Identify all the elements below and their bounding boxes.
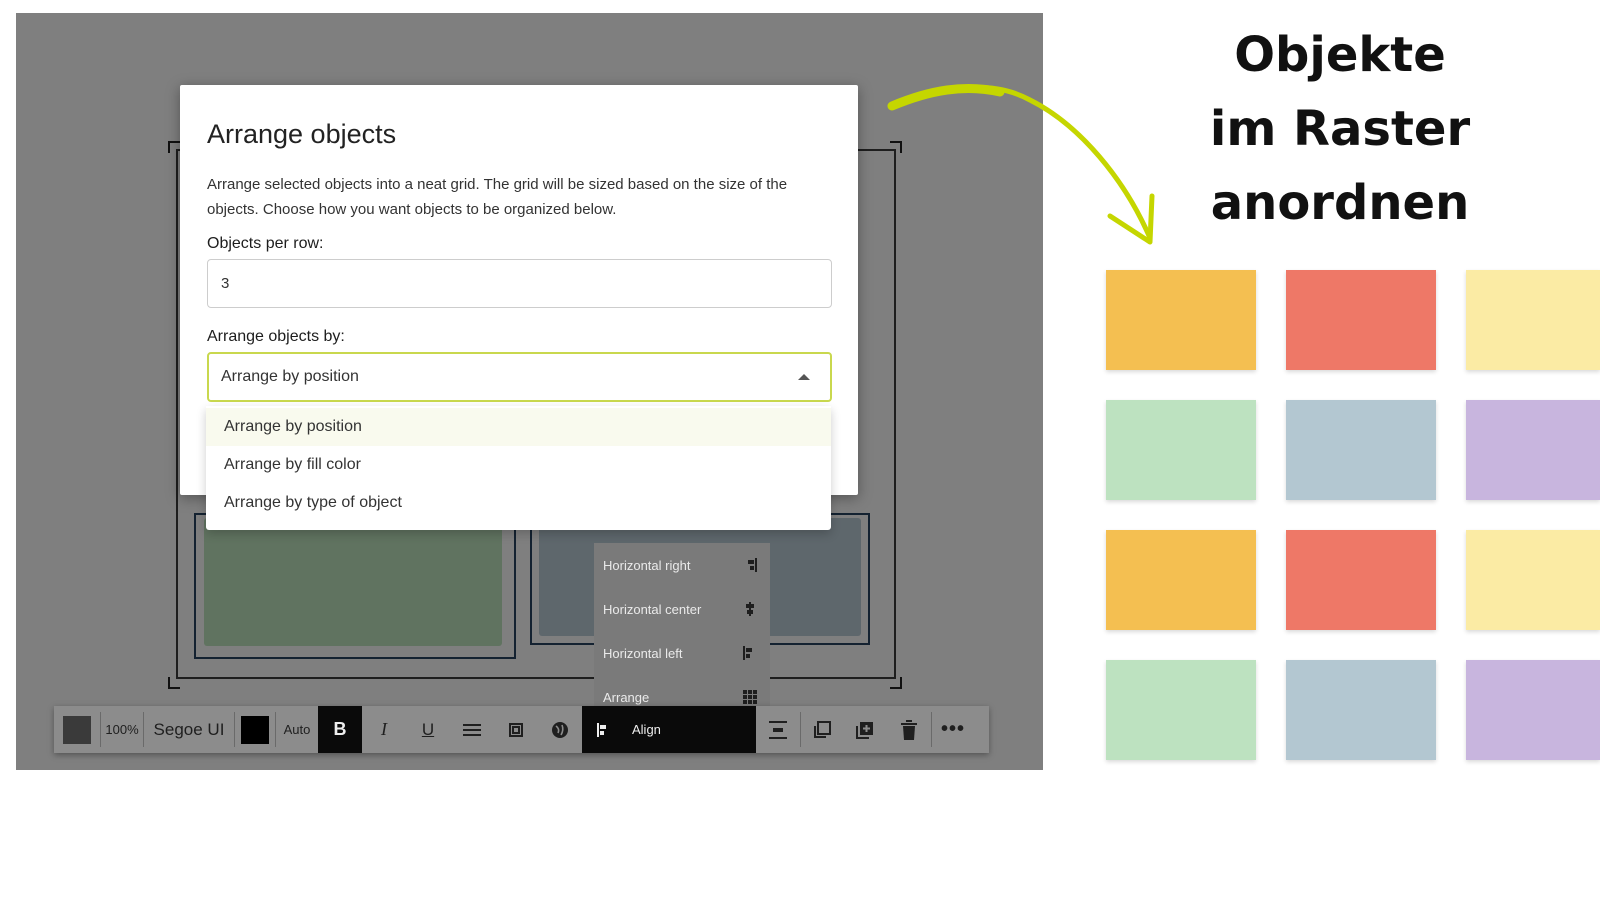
fill-swatch [63,715,91,744]
align-label: Align [632,722,661,737]
more-button[interactable]: ••• [932,706,974,753]
headline: Objekte im Raster anordnen [1180,18,1500,240]
copy-icon [814,720,831,738]
trash-icon [901,719,917,740]
align-button[interactable]: Align [582,706,756,753]
arrange-by-options: Arrange by position Arrange by fill colo… [206,406,831,530]
dialog-title: Arrange objects [207,119,397,149]
align-left-icon [597,722,606,737]
text-align-icon [463,723,481,736]
distribute-icon [769,720,787,739]
align-right-icon [742,557,758,573]
link-button[interactable] [538,706,582,753]
option-arrange-by-type[interactable]: Arrange by type of object [206,484,831,522]
sticky-note-red [1286,270,1436,370]
sticky-note-orange [1106,530,1256,630]
sticky-note-yellow [1466,530,1600,630]
align-submenu: Horizontal right Horizontal center Horiz… [594,543,770,726]
duplicate-button[interactable] [801,706,843,753]
headline-line-2: im Raster [1209,101,1471,157]
text-color-swatch [241,715,269,744]
sticky-note-purple [1466,400,1600,500]
delete-button[interactable] [887,706,931,753]
option-arrange-by-position[interactable]: Arrange by position [206,408,831,446]
sticky-note-purple [1466,660,1600,760]
sticky-note-blue [1286,660,1436,760]
sticky-note-yellow [1466,270,1600,370]
frame-icon [509,722,523,737]
align-left-icon [742,645,758,661]
arrange-by-label: Arrange objects by: [207,328,345,345]
frame-button[interactable] [494,706,538,753]
bold-button[interactable]: B [318,706,362,753]
text-align-button[interactable] [450,706,494,753]
add-icon [856,721,873,739]
headline-line-1: Objekte [1234,27,1446,83]
bottom-toolbar: 100% Segoe UI Auto B I U Align ••• [54,706,989,753]
dialog-description: Arrange selected objects into a neat gri… [207,176,788,218]
menu-item-horizontal-left[interactable]: Horizontal left [594,631,770,675]
sticky-note-green [1106,400,1256,500]
arrange-by-selected: Arrange by position [221,368,359,385]
text-color-button[interactable] [235,706,275,753]
arrange-by-select[interactable]: Arrange by position [207,352,832,402]
headline-line-3: anordnen [1210,175,1470,231]
sticky-note-blue [1286,400,1436,500]
globe-icon [552,721,568,738]
grid-icon [742,689,758,705]
italic-button[interactable]: I [362,706,406,753]
underline-button[interactable]: U [406,706,450,753]
objects-per-row-input[interactable]: 3 [207,259,832,308]
fill-color-button[interactable] [54,706,100,753]
option-arrange-by-fill-color[interactable]: Arrange by fill color [206,446,831,484]
sticky-note-orange [1106,270,1256,370]
sticky-note-green [1106,660,1256,760]
distribute-button[interactable] [756,706,800,753]
caret-up-icon [798,374,810,380]
objects-per-row-label: Objects per row: [207,235,324,252]
zoom-button[interactable]: 100% [101,706,143,753]
align-center-icon [742,601,758,617]
more-icon: ••• [940,718,965,740]
curved-arrow [887,83,1155,245]
sticky-note-red [1286,530,1436,630]
add-button[interactable] [843,706,887,753]
font-family-button[interactable]: Segoe UI [144,706,234,753]
menu-item-horizontal-center[interactable]: Horizontal center [594,587,770,631]
font-size-button[interactable]: Auto [276,706,318,753]
menu-item-horizontal-right[interactable]: Horizontal right [594,543,770,587]
